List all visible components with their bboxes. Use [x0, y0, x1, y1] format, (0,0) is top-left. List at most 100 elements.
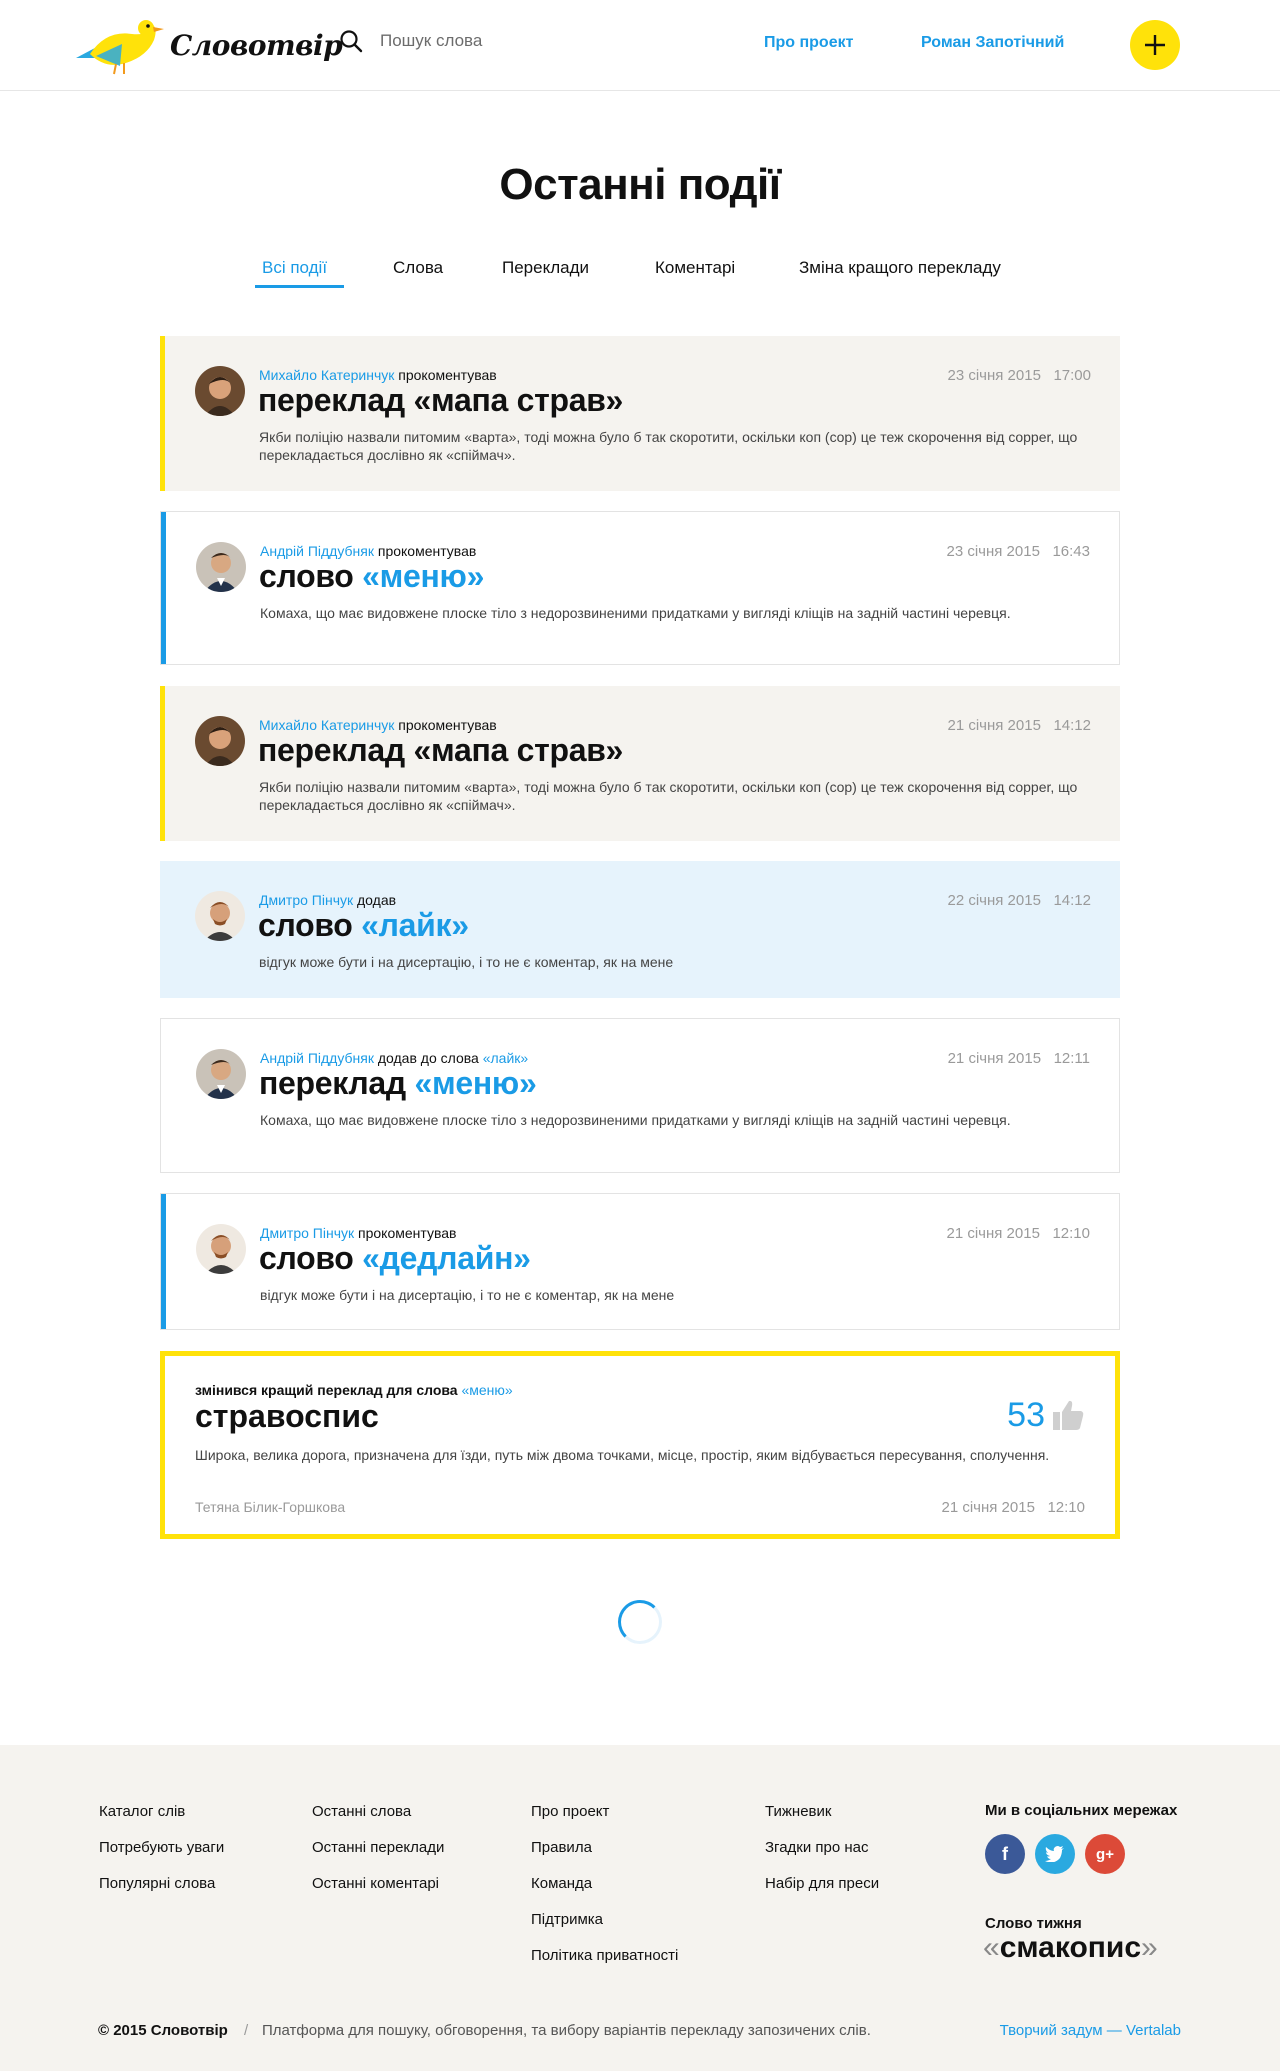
event-title-prefix: слово — [258, 907, 353, 943]
twitter-icon[interactable] — [1035, 1834, 1075, 1874]
card-accent-bar — [160, 686, 165, 841]
facebook-icon[interactable]: f — [985, 1834, 1025, 1874]
event-meta: Михайло Катеринчук прокоментував — [259, 717, 497, 733]
event-title-word[interactable]: «мапа страв» — [414, 732, 624, 768]
event-time: 16:43 — [1052, 543, 1090, 560]
word-of-week-text: смакопис — [999, 1931, 1142, 1964]
event-title-word[interactable]: «меню» — [415, 1065, 537, 1101]
event-title-word[interactable]: «лайк» — [361, 907, 469, 943]
card-accent-bar — [160, 336, 165, 491]
user-link[interactable]: Дмитро Пінчук — [259, 892, 353, 908]
tab-best-translation-change[interactable]: Зміна кращого перекладу — [799, 258, 1001, 278]
add-button[interactable] — [1130, 20, 1180, 70]
footer-link[interactable]: Потребують уваги — [99, 1838, 224, 1857]
tab-comments[interactable]: Коментарі — [655, 258, 735, 278]
search-icon[interactable] — [338, 28, 364, 54]
event-title-word[interactable]: «дедлайн» — [362, 1240, 531, 1276]
event-meta: Дмитро Пінчук прокоментував — [260, 1225, 456, 1241]
avatar[interactable] — [195, 366, 245, 416]
event-date: 23 січня 2015 — [946, 543, 1040, 560]
tab-translations[interactable]: Переклади — [502, 258, 589, 278]
tab-all-events[interactable]: Всі події — [262, 258, 327, 278]
footer-link[interactable]: Підтримка — [531, 1910, 678, 1929]
event-datetime: 21 січня 2015 12:11 — [948, 1050, 1090, 1067]
user-link[interactable]: Андрій Піддубняк — [260, 1050, 374, 1066]
user-link[interactable]: Михайло Катеринчук — [259, 367, 394, 383]
event-text: Комаха, що має видовжене плоске тіло з н… — [260, 1112, 1011, 1128]
footer-link[interactable]: Про проект — [531, 1802, 678, 1821]
best-translation-word-link[interactable]: «меню» — [461, 1382, 512, 1398]
avatar[interactable] — [196, 1224, 246, 1274]
loading-spinner — [618, 1600, 662, 1644]
event-action: додав до слова — [377, 1050, 479, 1066]
event-title-word[interactable]: «мапа страв» — [414, 382, 624, 418]
footer-link[interactable]: Останні коментарі — [312, 1874, 444, 1893]
best-translation-time: 12:10 — [1047, 1499, 1085, 1516]
footer-link[interactable]: Тижневик — [765, 1802, 879, 1821]
best-translation-card[interactable]: змінився кращий переклад для слова «меню… — [160, 1351, 1120, 1539]
footer-link[interactable]: Каталог слів — [99, 1802, 224, 1821]
event-datetime: 22 січня 2015 14:12 — [947, 892, 1091, 909]
event-title[interactable]: слово «лайк» — [258, 907, 469, 944]
event-card[interactable]: Дмитро Пінчук додав 22 січня 2015 14:12 … — [160, 861, 1120, 998]
thumbs-up-icon[interactable] — [1051, 1398, 1085, 1432]
event-title-word[interactable]: «меню» — [362, 558, 484, 594]
nav-about-link[interactable]: Про проект — [764, 34, 853, 52]
event-date: 21 січня 2015 — [946, 1225, 1040, 1242]
logo[interactable]: Словотвір — [76, 14, 343, 76]
event-time: 17:00 — [1053, 367, 1091, 384]
avatar[interactable] — [196, 542, 246, 592]
event-card[interactable]: Андрій Піддубняк додав до слова «лайк» 2… — [160, 1018, 1120, 1173]
footer-link[interactable]: Політика приватності — [531, 1946, 678, 1965]
best-translation-datetime: 21 січня 2015 12:10 — [941, 1499, 1085, 1516]
event-text: Якби поліцію назвали питомим «варта», то… — [259, 779, 1078, 813]
footer-link[interactable]: Останні переклади — [312, 1838, 444, 1857]
event-title[interactable]: слово «меню» — [259, 558, 484, 595]
plus-icon — [1145, 35, 1165, 55]
best-translation-title[interactable]: стравоспис — [195, 1398, 379, 1435]
event-action: прокоментував — [398, 717, 497, 733]
footer-link[interactable]: Правила — [531, 1838, 678, 1857]
card-accent-bar — [161, 512, 166, 664]
footer-link[interactable]: Згадки про нас — [765, 1838, 879, 1857]
event-card[interactable]: Михайло Катеринчук прокоментував 23 січн… — [160, 336, 1120, 491]
credit-link[interactable]: Творчий задум — Vertalab — [1000, 2022, 1181, 2039]
footer-column-about: Про проект Правила Команда Підтримка Пол… — [531, 1802, 678, 1982]
header: Словотвір Про проект Роман Запотічний — [0, 0, 1280, 91]
user-link[interactable]: Андрій Піддубняк — [260, 543, 374, 559]
event-meta: Андрій Піддубняк додав до слова «лайк» — [260, 1050, 528, 1066]
event-text: відгук може бути і на дисертацію, і то н… — [259, 954, 674, 970]
tab-words[interactable]: Слова — [393, 258, 443, 278]
social-title: Ми в соціальних мережах — [985, 1802, 1178, 1819]
quote-open: « — [983, 1931, 1000, 1964]
event-text: Якби поліцію назвали питомим «варта», то… — [259, 429, 1078, 463]
footer-link[interactable]: Популярні слова — [99, 1874, 224, 1893]
search-input[interactable] — [380, 31, 680, 51]
event-card[interactable]: Андрій Піддубняк прокоментував 23 січня … — [160, 511, 1120, 665]
word-of-week[interactable]: «смакопис» — [983, 1931, 1158, 1965]
nav-user-link[interactable]: Роман Запотічний — [921, 34, 1064, 52]
event-datetime: 23 січня 2015 17:00 — [947, 367, 1091, 384]
event-title[interactable]: переклад «мапа страв» — [258, 732, 623, 769]
copyright: © 2015 Словотвір — [98, 2022, 228, 2039]
user-link[interactable]: Михайло Катеринчук — [259, 717, 394, 733]
footer-column-catalog: Каталог слів Потребують уваги Популярні … — [99, 1802, 224, 1910]
google-plus-icon[interactable]: g+ — [1085, 1834, 1125, 1874]
event-title[interactable]: переклад «меню» — [259, 1065, 537, 1102]
event-title[interactable]: слово «дедлайн» — [259, 1240, 531, 1277]
footer-link[interactable]: Останні слова — [312, 1802, 444, 1821]
event-action-word-link[interactable]: «лайк» — [483, 1050, 528, 1066]
avatar[interactable] — [195, 716, 245, 766]
event-card[interactable]: Дмитро Пінчук прокоментував 21 січня 201… — [160, 1193, 1120, 1330]
footer-link[interactable]: Команда — [531, 1874, 678, 1893]
footer-link[interactable]: Набір для преси — [765, 1874, 879, 1893]
event-title-prefix: переклад — [259, 1065, 406, 1101]
quote-close: » — [1141, 1931, 1158, 1964]
best-translation-author[interactable]: Тетяна Білик-Горшкова — [195, 1499, 345, 1515]
avatar[interactable] — [196, 1049, 246, 1099]
event-title[interactable]: переклад «мапа страв» — [258, 382, 623, 419]
avatar[interactable] — [195, 891, 245, 941]
user-link[interactable]: Дмитро Пінчук — [260, 1225, 354, 1241]
footer-description: Платформа для пошуку, обговорення, та ви… — [262, 2022, 871, 2039]
event-card[interactable]: Михайло Катеринчук прокоментував 21 січн… — [160, 686, 1120, 841]
